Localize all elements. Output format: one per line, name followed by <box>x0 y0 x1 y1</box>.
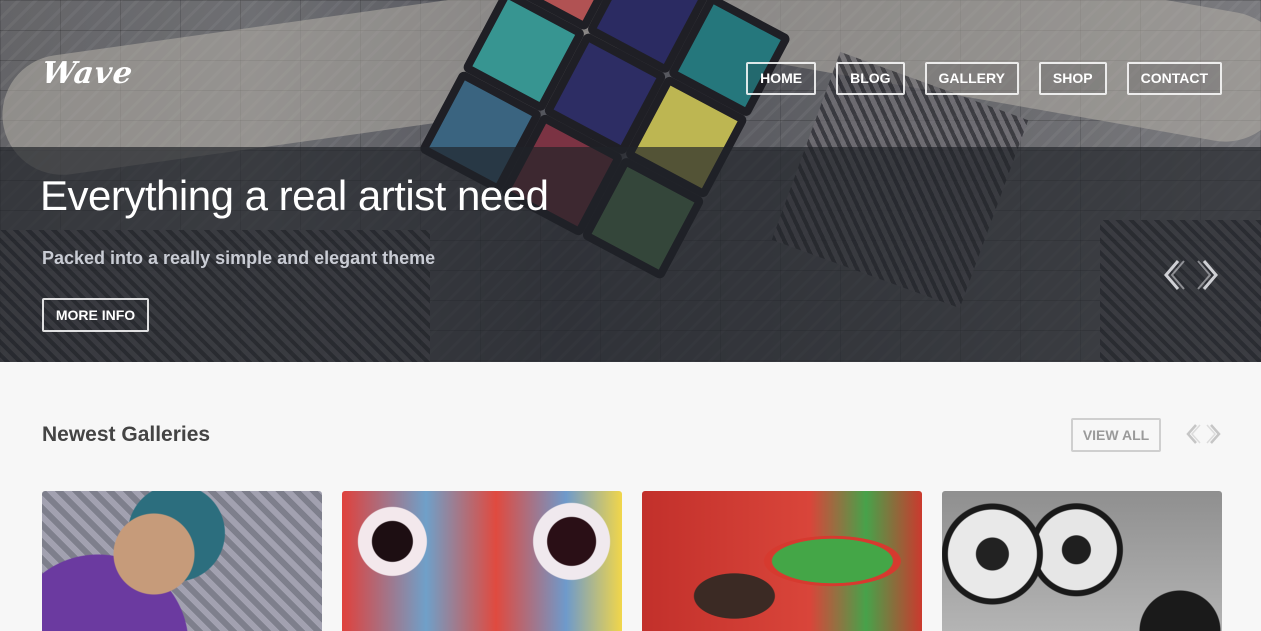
gallery-card-thumbnail[interactable] <box>942 491 1222 631</box>
hero-subtitle: Packed into a really simple and elegant … <box>42 248 436 268</box>
more-info-button[interactable]: MORE INFO <box>42 298 149 332</box>
view-all-button[interactable]: VIEW ALL <box>1071 418 1161 452</box>
gallery-card-thumbnail[interactable] <box>642 491 922 631</box>
chevron-left-icon[interactable] <box>1160 258 1186 292</box>
gallery-card-thumbnail[interactable] <box>342 491 622 631</box>
nav-item-gallery[interactable]: GALLERY <box>924 62 1019 95</box>
nav-item-contact[interactable]: CONTACT <box>1126 62 1222 95</box>
chevron-right-icon[interactable] <box>1196 258 1222 292</box>
nav-item-blog[interactable]: BLOG <box>836 62 905 95</box>
nav-item-shop[interactable]: SHOP <box>1038 62 1107 95</box>
hero-slider: Wave HOME BLOG GALLERY SHOP CONTACT Ever… <box>0 0 1261 362</box>
section-title: Newest Galleries <box>42 423 211 446</box>
main-nav: HOME BLOG GALLERY SHOP CONTACT <box>746 62 1222 95</box>
nav-item-home[interactable]: HOME <box>746 62 817 95</box>
chevron-right-icon[interactable] <box>1206 422 1222 450</box>
site-logo[interactable]: Wave <box>40 56 136 91</box>
chevron-left-icon[interactable] <box>1185 422 1201 450</box>
hero-title: Everything a real artist need <box>40 172 549 219</box>
gallery-card-thumbnail[interactable] <box>42 491 322 631</box>
